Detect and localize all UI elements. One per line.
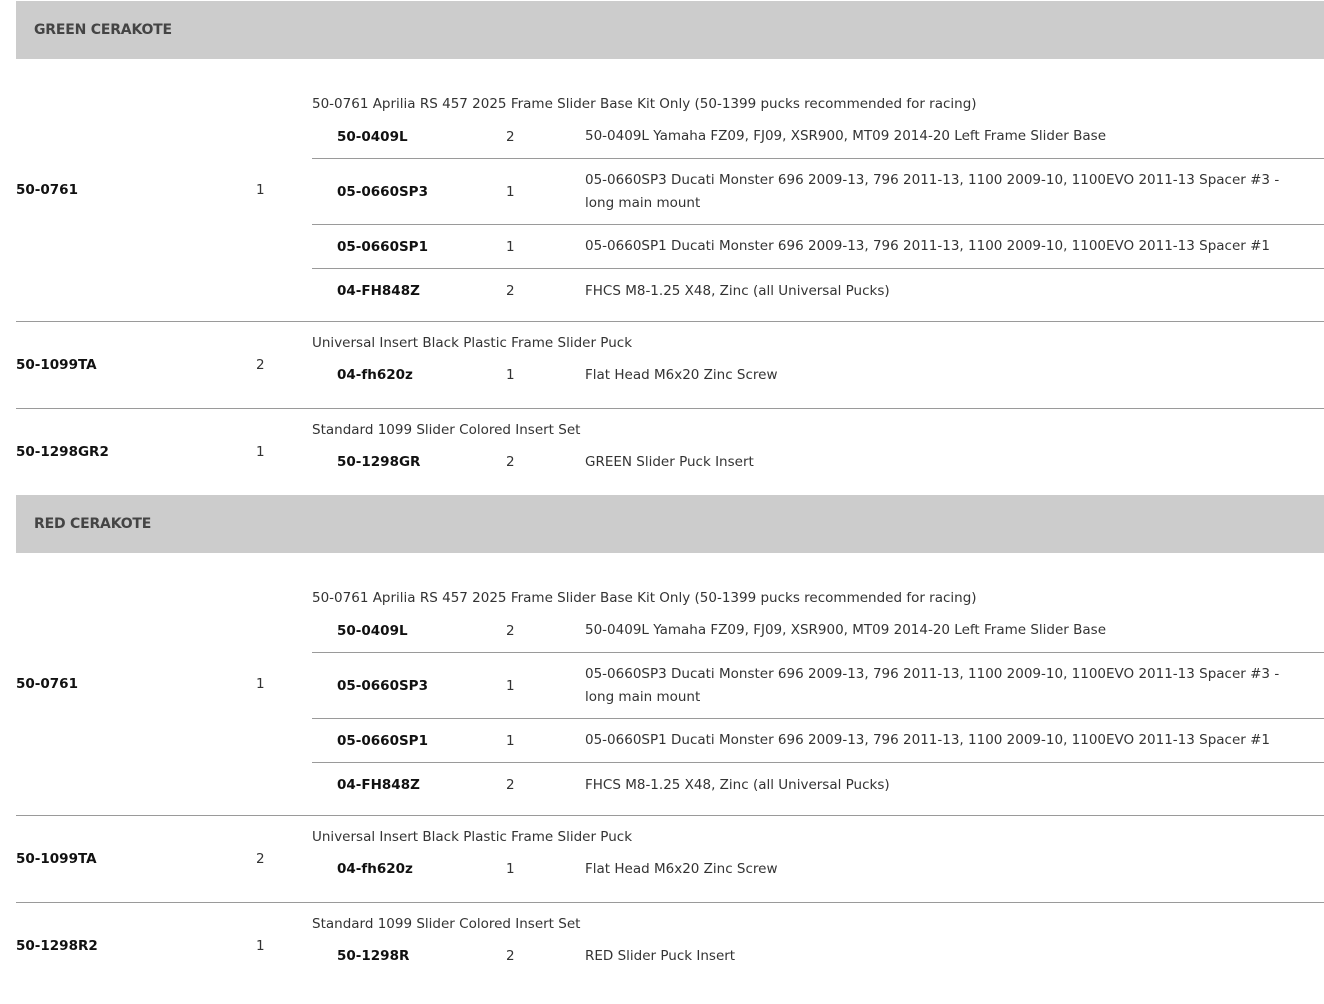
kit-contents: Standard 1099 Slider Colored Insert Set 5… <box>312 409 1324 495</box>
kit-quantity: 1 <box>256 938 265 954</box>
component-row: 04-FH848Z 2 FHCS M8-1.25 X48, Zinc (all Un… <box>312 763 1324 807</box>
kit-quantity: 2 <box>256 851 265 867</box>
component-row: 50-0409L 2 50-0409L Yamaha FZ09, FJ09, XSR… <box>312 115 1324 159</box>
component-part-number: 04-FH848Z <box>337 283 420 299</box>
component-part-number: 04-fh620z <box>337 861 413 877</box>
component-part-number: 50-1298R <box>337 948 410 964</box>
kit-row: 50-0761 1 50-0761 Aprilia RS 457 2025 Fram… <box>16 553 1324 816</box>
kit-description: Standard 1099 Slider Colored Insert Set <box>312 422 581 438</box>
component-part-number: 04-FH848Z <box>337 777 420 793</box>
component-row: 04-FH848Z 2 FHCS M8-1.25 X48, Zinc (all Un… <box>312 269 1324 313</box>
component-part-number: 50-1298GR <box>337 454 421 470</box>
component-description: GREEN Slider Puck Insert <box>585 453 754 470</box>
kit-part-number: 50-0761 <box>16 676 78 692</box>
component-row: 50-1298GR 2 GREEN Slider Puck Insert <box>312 441 1324 483</box>
component-quantity: 2 <box>506 948 515 964</box>
component-description: FHCS M8-1.25 X48, Zinc (all Universal Pu… <box>585 776 890 793</box>
kit-contents: 50-0761 Aprilia RS 457 2025 Frame Slider… <box>312 553 1324 815</box>
kit-contents: 50-0761 Aprilia RS 457 2025 Frame Slider… <box>312 59 1324 321</box>
component-quantity: 2 <box>506 777 515 793</box>
component-quantity: 2 <box>506 454 515 470</box>
parts-breakdown: GREEN CERAKOTE 50-0761 1 50-0761 Aprilia RS… <box>16 1 1324 989</box>
kit-quantity: 1 <box>256 444 265 460</box>
component-part-number: 05-0660SP1 <box>337 732 428 749</box>
kit-quantity: 2 <box>256 357 265 373</box>
component-part-number: 04-fh620z <box>337 367 413 383</box>
component-part-number: 05-0660SP3 <box>337 677 428 694</box>
component-quantity: 2 <box>506 283 515 299</box>
component-quantity: 1 <box>506 367 515 383</box>
component-part-number: 50-0409L <box>337 128 408 145</box>
section: GREEN CERAKOTE 50-0761 1 50-0761 Aprilia RS… <box>16 1 1324 495</box>
kit-row: 50-0761 1 50-0761 Aprilia RS 457 2025 Fram… <box>16 59 1324 322</box>
component-description: 05-0660SP1 Ducati Monster 696 2009-13, 7… <box>585 732 1271 749</box>
kit-quantity: 1 <box>256 182 265 198</box>
kit-row: 50-1298R2 1 Standard 1099 Slider Colored I… <box>16 903 1324 989</box>
component-description: Flat Head M6x20 Zinc Screw <box>585 366 778 383</box>
section: RED CERAKOTE 50-0761 1 50-0761 Aprilia RS 4… <box>16 495 1324 989</box>
kit-contents: Universal Insert Black Plastic Frame Sli… <box>312 322 1324 408</box>
component-description: 05-0660SP1 Ducati Monster 696 2009-13, 7… <box>585 238 1271 255</box>
component-description: FHCS M8-1.25 X48, Zinc (all Universal Pu… <box>585 282 890 299</box>
kit-contents: Universal Insert Black Plastic Frame Sli… <box>312 816 1324 902</box>
component-row: 05-0660SP1 1 05-0660SP1 Ducati Monster 696… <box>312 225 1324 269</box>
section-header: GREEN CERAKOTE <box>16 1 1324 59</box>
component-description: 05-0660SP3 Ducati Monster 696 2009-13, 7… <box>585 172 1280 211</box>
component-quantity: 1 <box>506 732 515 749</box>
kit-part-number: 50-1298R2 <box>16 938 98 954</box>
component-quantity: 1 <box>506 861 515 877</box>
component-row: 04-fh620z 1 Flat Head M6x20 Zinc Screw <box>312 848 1324 890</box>
component-description: 05-0660SP3 Ducati Monster 696 2009-13, 7… <box>585 666 1280 705</box>
component-description: 50-0409L Yamaha FZ09, FJ09, XSR900, MT09… <box>585 622 1107 639</box>
component-row: 50-1298R 2 RED Slider Puck Insert <box>312 935 1324 977</box>
component-row: 05-0660SP1 1 05-0660SP1 Ducati Monster 696… <box>312 719 1324 763</box>
kit-part-number: 50-0761 <box>16 182 78 198</box>
component-quantity: 1 <box>506 677 515 694</box>
component-row: 50-0409L 2 50-0409L Yamaha FZ09, FJ09, XSR… <box>312 609 1324 653</box>
component-part-number: 05-0660SP3 <box>337 183 428 200</box>
kit-description: 50-0761 Aprilia RS 457 2025 Frame Slider… <box>312 590 977 606</box>
component-description: Flat Head M6x20 Zinc Screw <box>585 860 778 877</box>
kit-description: Universal Insert Black Plastic Frame Sli… <box>312 829 633 845</box>
kit-row: 50-1099TA 2 Universal Insert Black Plastic… <box>16 816 1324 903</box>
kit-quantity: 1 <box>256 676 265 692</box>
kit-description: Universal Insert Black Plastic Frame Sli… <box>312 335 633 351</box>
component-description: RED Slider Puck Insert <box>585 947 736 964</box>
kit-part-number: 50-1099TA <box>16 851 97 867</box>
kit-part-number: 50-1099TA <box>16 357 97 373</box>
component-row: 04-fh620z 1 Flat Head M6x20 Zinc Screw <box>312 354 1324 396</box>
kit-description: Standard 1099 Slider Colored Insert Set <box>312 916 581 932</box>
component-quantity: 2 <box>506 128 515 145</box>
component-quantity: 1 <box>506 238 515 255</box>
kit-part-number: 50-1298GR2 <box>16 444 109 460</box>
component-row: 05-0660SP3 1 05-0660SP3 Ducati Monster 696… <box>312 653 1324 719</box>
component-quantity: 2 <box>506 622 515 639</box>
component-part-number: 50-0409L <box>337 622 408 639</box>
kit-contents: Standard 1099 Slider Colored Insert Set 5… <box>312 903 1324 989</box>
component-row: 05-0660SP3 1 05-0660SP3 Ducati Monster 696… <box>312 159 1324 225</box>
kit-row: 50-1298GR2 1 Standard 1099 Slider Colored … <box>16 409 1324 495</box>
section-header: RED CERAKOTE <box>16 495 1324 553</box>
component-quantity: 1 <box>506 183 515 200</box>
component-part-number: 05-0660SP1 <box>337 238 428 255</box>
kit-description: 50-0761 Aprilia RS 457 2025 Frame Slider… <box>312 96 977 112</box>
kit-row: 50-1099TA 2 Universal Insert Black Plastic… <box>16 322 1324 409</box>
component-description: 50-0409L Yamaha FZ09, FJ09, XSR900, MT09… <box>585 128 1107 145</box>
